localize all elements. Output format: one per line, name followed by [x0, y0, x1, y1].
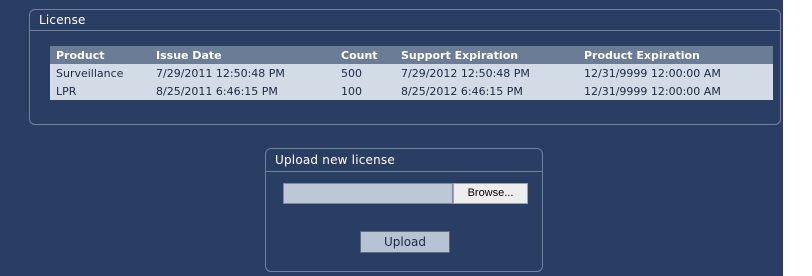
column-header-issue-date: Issue Date [150, 46, 335, 64]
cell-support-expiration: 7/29/2012 12:50:48 PM [395, 64, 578, 82]
upload-license-title: Upload new license [275, 153, 395, 167]
column-header-product: Product [50, 46, 150, 64]
cell-support-expiration: 8/25/2012 6:46:15 PM [395, 82, 578, 100]
page-background: License Product Issue Date Count Support… [0, 0, 812, 276]
page-margin [783, 0, 812, 276]
upload-license-group: Upload new license Browse... Upload [265, 148, 543, 272]
cell-product: Surveillance [50, 64, 150, 82]
license-file-input[interactable] [283, 183, 453, 204]
cell-count: 500 [335, 64, 395, 82]
cell-issue-date: 7/29/2011 12:50:48 PM [150, 64, 335, 82]
license-title: License [39, 13, 86, 27]
license-table: Product Issue Date Count Support Expirat… [50, 46, 773, 100]
table-row: Surveillance 7/29/2011 12:50:48 PM 500 7… [50, 64, 773, 82]
table-row: LPR 8/25/2011 6:46:15 PM 100 8/25/2012 6… [50, 82, 773, 100]
cell-product-expiration: 12/31/9999 12:00:00 AM [578, 64, 773, 82]
cell-issue-date: 8/25/2011 6:46:15 PM [150, 82, 335, 100]
column-header-count: Count [335, 46, 395, 64]
license-divider [30, 30, 780, 31]
cell-product-expiration: 12/31/9999 12:00:00 AM [578, 82, 773, 100]
upload-divider [266, 171, 542, 172]
license-group: License Product Issue Date Count Support… [29, 9, 781, 125]
column-header-product-expiration: Product Expiration [578, 46, 773, 64]
table-header-row: Product Issue Date Count Support Expirat… [50, 46, 773, 64]
upload-button[interactable]: Upload [360, 231, 450, 253]
cell-count: 100 [335, 82, 395, 100]
cell-product: LPR [50, 82, 150, 100]
browse-button[interactable]: Browse... [453, 183, 528, 204]
column-header-support-expiration: Support Expiration [395, 46, 578, 64]
